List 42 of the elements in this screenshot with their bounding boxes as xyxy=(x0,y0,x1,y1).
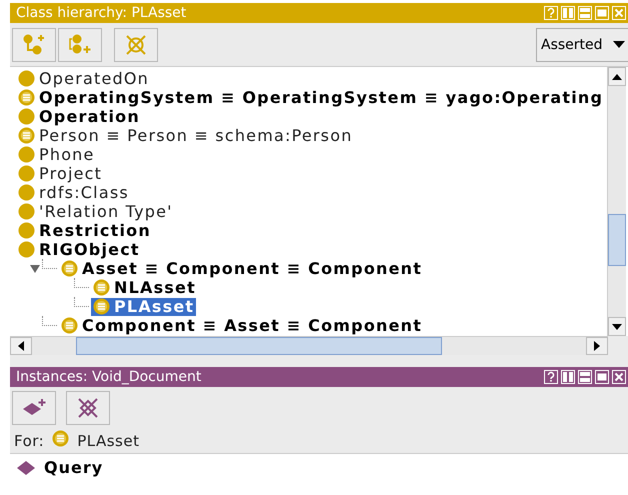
scrollbar-thumb[interactable] xyxy=(76,337,442,355)
panel-title: Instances: Void_Document xyxy=(16,369,202,385)
for-label: For: xyxy=(14,432,44,450)
tree-item[interactable]: NLAsset xyxy=(91,278,198,296)
scroll-left-icon[interactable] xyxy=(18,341,24,351)
horizontal-scrollbar[interactable] xyxy=(10,336,608,355)
sibling-class-icon xyxy=(68,34,92,56)
maximize-icon[interactable] xyxy=(595,370,609,384)
tree-item[interactable]: 'Relation Type' xyxy=(16,202,175,220)
scroll-up-icon[interactable] xyxy=(612,74,622,80)
delete-icon xyxy=(124,34,148,56)
expanded-toggle-icon[interactable] xyxy=(30,264,40,274)
tree-item[interactable]: rdfs:Class xyxy=(16,184,131,202)
scrollbar-thumb[interactable] xyxy=(608,214,626,266)
add-instance-button[interactable] xyxy=(12,390,56,424)
help-icon[interactable] xyxy=(544,370,558,384)
panel-title: Class hierarchy: PLAsset xyxy=(16,5,186,21)
scroll-down-icon[interactable] xyxy=(612,324,622,330)
view-mode-dropdown[interactable]: Asserted xyxy=(536,28,628,62)
tree-item[interactable]: Restriction xyxy=(16,222,153,240)
tree-item[interactable]: Operation xyxy=(16,108,142,126)
diamond-icon xyxy=(16,460,36,476)
tree-item[interactable]: PLAsset xyxy=(91,298,196,316)
split-vertical-icon[interactable] xyxy=(561,370,575,384)
delete-instance-button[interactable] xyxy=(66,390,110,424)
caret-icon xyxy=(612,41,625,48)
delete-icon xyxy=(76,396,100,418)
add-diamond-icon xyxy=(21,398,47,418)
tree-item[interactable]: Asset ≡ Component ≡ Component xyxy=(59,260,424,278)
tree-item[interactable]: RIGObject xyxy=(16,240,142,258)
tree-item[interactable]: OperatedOn xyxy=(16,70,151,88)
for-class-name: PLAsset xyxy=(77,432,140,450)
tree-item[interactable]: Project xyxy=(16,164,104,182)
close-icon[interactable] xyxy=(612,370,626,384)
vertical-scrollbar[interactable] xyxy=(607,67,626,336)
split-horizontal-icon[interactable] xyxy=(578,370,592,384)
subclass-icon xyxy=(22,34,46,56)
tree-item[interactable]: Person ≡ Person ≡ schema:Person xyxy=(16,126,355,144)
tree-item[interactable]: Component ≡ Asset ≡ Component xyxy=(59,316,424,334)
tree-item[interactable]: Phone xyxy=(16,146,97,164)
tree-item[interactable]: OperatingSystem ≡ OperatingSystem ≡ yago:Operating xyxy=(16,88,606,106)
scroll-right-icon[interactable] xyxy=(594,341,600,351)
